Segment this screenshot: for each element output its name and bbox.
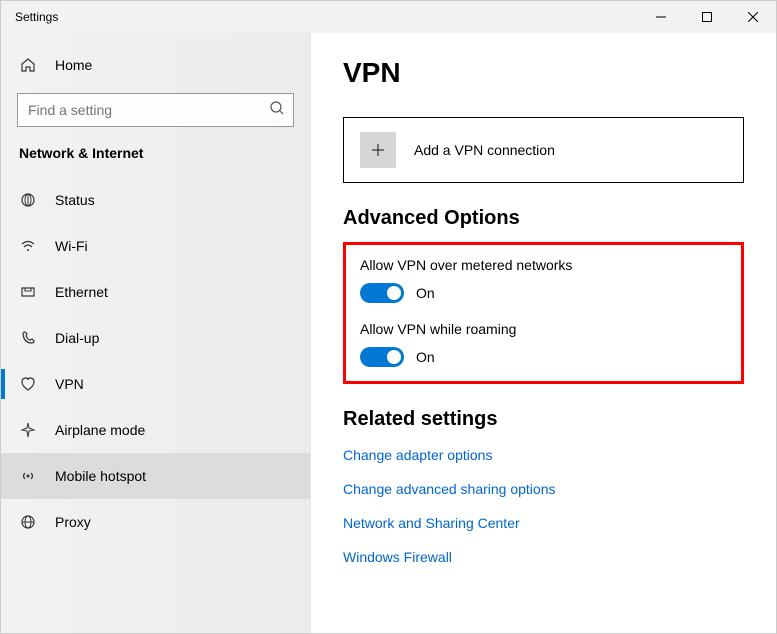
sidebar-item-status[interactable]: Status (1, 177, 310, 223)
main-panel: VPN Add a VPN connection Advanced Option… (311, 33, 776, 633)
page-title: VPN (343, 57, 744, 89)
dialup-icon (19, 330, 37, 346)
toggle-roaming-row: On (360, 347, 727, 367)
highlight-box: Allow VPN over metered networks On Allow… (343, 242, 744, 384)
add-vpn-card[interactable]: Add a VPN connection (343, 117, 744, 183)
link-adapter-options[interactable]: Change adapter options (343, 447, 744, 463)
toggle-metered-row: On (360, 283, 727, 303)
sidebar-item-hotspot[interactable]: Mobile hotspot (1, 453, 310, 499)
toggle-roaming[interactable] (360, 347, 404, 367)
add-vpn-label: Add a VPN connection (414, 142, 555, 158)
proxy-icon (19, 514, 37, 530)
airplane-icon (19, 422, 37, 438)
titlebar: Settings (1, 1, 776, 33)
wifi-icon (19, 238, 37, 254)
sidebar-item-label: Wi-Fi (55, 238, 88, 254)
search-box[interactable] (17, 93, 294, 127)
category-header: Network & Internet (1, 145, 310, 177)
toggle-metered[interactable] (360, 283, 404, 303)
sidebar-item-label: Airplane mode (55, 422, 145, 438)
toggle-metered-group: Allow VPN over metered networks On (360, 257, 727, 303)
status-icon (19, 192, 37, 208)
maximize-button[interactable] (684, 1, 730, 33)
search-input[interactable] (28, 102, 269, 118)
toggle-roaming-group: Allow VPN while roaming On (360, 321, 727, 367)
sidebar-item-label: Ethernet (55, 284, 108, 300)
vpn-icon (19, 376, 37, 392)
content-area: Home Network & Internet Status Wi-Fi Eth… (1, 33, 776, 633)
sidebar-item-label: Dial-up (55, 330, 99, 346)
home-icon (19, 57, 37, 73)
link-network-center[interactable]: Network and Sharing Center (343, 515, 744, 531)
hotspot-icon (19, 468, 37, 484)
window-controls (638, 1, 776, 33)
nav-list: Status Wi-Fi Ethernet Dial-up VPN Airpla… (1, 177, 310, 545)
minimize-button[interactable] (638, 1, 684, 33)
link-windows-firewall[interactable]: Windows Firewall (343, 549, 744, 565)
sidebar: Home Network & Internet Status Wi-Fi Eth… (1, 33, 311, 633)
search-icon (269, 100, 285, 121)
toggle-metered-state: On (416, 285, 435, 301)
sidebar-item-dialup[interactable]: Dial-up (1, 315, 310, 361)
home-nav[interactable]: Home (1, 47, 310, 83)
sidebar-item-label: Mobile hotspot (55, 468, 146, 484)
sidebar-item-airplane[interactable]: Airplane mode (1, 407, 310, 453)
home-label: Home (55, 57, 92, 73)
advanced-options-title: Advanced Options (343, 207, 744, 230)
sidebar-item-label: Status (55, 192, 95, 208)
window-title: Settings (1, 10, 58, 24)
sidebar-item-ethernet[interactable]: Ethernet (1, 269, 310, 315)
toggle-roaming-label: Allow VPN while roaming (360, 321, 727, 337)
sidebar-item-proxy[interactable]: Proxy (1, 499, 310, 545)
sidebar-item-wifi[interactable]: Wi-Fi (1, 223, 310, 269)
toggle-roaming-state: On (416, 349, 435, 365)
plus-icon (360, 132, 396, 168)
sidebar-item-label: VPN (55, 376, 84, 392)
sidebar-item-vpn[interactable]: VPN (1, 361, 310, 407)
link-sharing-options[interactable]: Change advanced sharing options (343, 481, 744, 497)
ethernet-icon (19, 284, 37, 300)
related-settings-title: Related settings (343, 408, 744, 431)
toggle-metered-label: Allow VPN over metered networks (360, 257, 727, 273)
sidebar-item-label: Proxy (55, 514, 91, 530)
close-button[interactable] (730, 1, 776, 33)
